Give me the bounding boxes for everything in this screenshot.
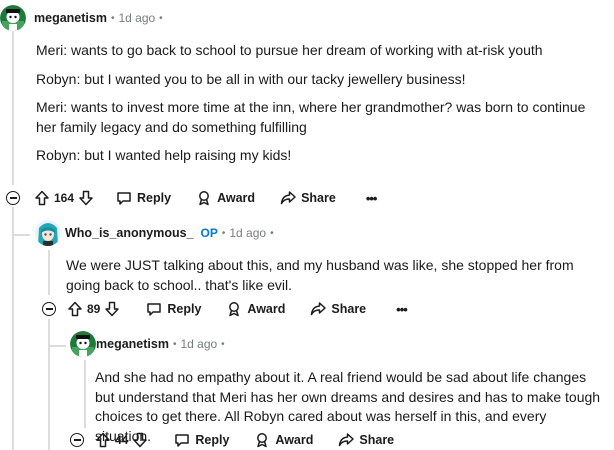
share-icon: [280, 191, 296, 205]
thread-line[interactable]: [12, 207, 14, 450]
downvote-icon[interactable]: [78, 190, 94, 206]
share-label: Share: [359, 433, 395, 447]
chat-bubble-icon: [117, 192, 131, 205]
avatar[interactable]: [0, 5, 26, 31]
more-options-button[interactable]: •••: [396, 301, 408, 317]
username[interactable]: meganetism: [34, 11, 107, 25]
timestamp[interactable]: 1d ago: [118, 11, 155, 25]
share-button[interactable]: Share: [310, 301, 366, 317]
collapse-button[interactable]: [70, 433, 84, 447]
share-button[interactable]: Share: [280, 190, 336, 206]
chat-bubble-icon: [147, 303, 162, 316]
more-options-icon: •••: [365, 190, 378, 206]
comment-actions: 164 Reply Award Share •••: [34, 190, 378, 206]
award-label: Award: [247, 302, 286, 316]
share-icon: [311, 302, 327, 316]
award-icon: [229, 302, 240, 317]
reply-button[interactable]: Reply: [174, 432, 229, 448]
comment-meta: meganetism • 1d ago •: [96, 337, 229, 351]
more-options-icon: •••: [396, 301, 408, 317]
comment-paragraph: Robyn: but I wanted you to be all in wit…: [36, 70, 466, 87]
comment-paragraph: We were JUST talking about this, and my …: [66, 257, 574, 293]
reply-label: Reply: [195, 433, 230, 447]
avatar[interactable]: [35, 220, 61, 246]
separator-dot: •: [221, 227, 226, 239]
share-label: Share: [301, 191, 336, 205]
upvote-icon[interactable]: [67, 301, 83, 317]
vote-controls: 44: [95, 432, 148, 448]
vote-count: 44: [115, 433, 129, 447]
thread-branch: [48, 345, 66, 347]
username[interactable]: meganetism: [96, 337, 169, 351]
reply-button[interactable]: Reply: [116, 190, 171, 206]
separator-dot: •: [270, 227, 274, 239]
award-button[interactable]: Award: [226, 301, 285, 317]
award-icon: [257, 433, 268, 448]
vote-count: 164: [54, 191, 75, 205]
minus-icon: [73, 439, 81, 441]
reply-label: Reply: [137, 191, 172, 205]
separator-dot: •: [221, 338, 225, 350]
comment-paragraph: Meri: wants to invest more time at the i…: [36, 99, 586, 135]
collapse-button[interactable]: [42, 302, 56, 316]
reply-button[interactable]: Reply: [146, 301, 201, 317]
vote-controls: 164: [34, 190, 94, 206]
collapse-button[interactable]: [6, 191, 20, 205]
vote-controls: 89: [67, 301, 120, 317]
comment-paragraph: Robyn: but I wanted help raising my kids…: [36, 147, 292, 163]
chat-bubble-icon: [175, 434, 190, 447]
username[interactable]: Who_is_anonymous_: [65, 226, 194, 240]
op-badge: OP: [200, 226, 218, 240]
thread-branch: [12, 234, 30, 236]
reply-label: Reply: [167, 302, 202, 316]
comment-meta: Who_is_anonymous_ OP • 1d ago •: [65, 226, 278, 240]
thread-line[interactable]: [12, 30, 14, 185]
award-button[interactable]: Award: [254, 432, 313, 448]
comment-paragraph: Meri: wants to go back to school to purs…: [36, 42, 543, 58]
award-label: Award: [217, 191, 256, 205]
comment-thread: meganetism • 1d ago • Meri: wants to go …: [0, 0, 614, 450]
thread-line[interactable]: [84, 360, 86, 428]
comment-meta: meganetism • 1d ago •: [34, 11, 167, 25]
share-button[interactable]: Share: [338, 432, 394, 448]
separator-dot: •: [110, 12, 115, 24]
upvote-icon[interactable]: [34, 190, 50, 206]
award-label: Award: [275, 433, 314, 447]
share-icon: [339, 433, 355, 447]
downvote-icon[interactable]: [104, 301, 120, 317]
avatar[interactable]: [70, 331, 96, 357]
comment-body: Meri: wants to go back to school to purs…: [36, 41, 606, 175]
thread-line[interactable]: [48, 250, 50, 295]
timestamp[interactable]: 1d ago: [229, 226, 266, 240]
comment-actions: 44 Reply Award Share: [95, 432, 394, 448]
minus-icon: [9, 197, 17, 199]
more-options-button[interactable]: •••: [365, 190, 378, 206]
separator-dot: •: [159, 12, 163, 24]
award-button[interactable]: Award: [196, 190, 255, 206]
share-label: Share: [331, 302, 367, 316]
minus-icon: [45, 308, 53, 310]
downvote-icon[interactable]: [132, 432, 148, 448]
thread-line[interactable]: [48, 319, 50, 450]
upvote-icon[interactable]: [95, 432, 111, 448]
comment-body: We were JUST talking about this, and my …: [66, 256, 606, 304]
timestamp[interactable]: 1d ago: [180, 337, 217, 351]
separator-dot: •: [172, 338, 177, 350]
vote-count: 89: [87, 302, 101, 316]
award-icon: [199, 191, 210, 206]
comment-actions: 89 Reply Award Share •••: [67, 301, 408, 317]
